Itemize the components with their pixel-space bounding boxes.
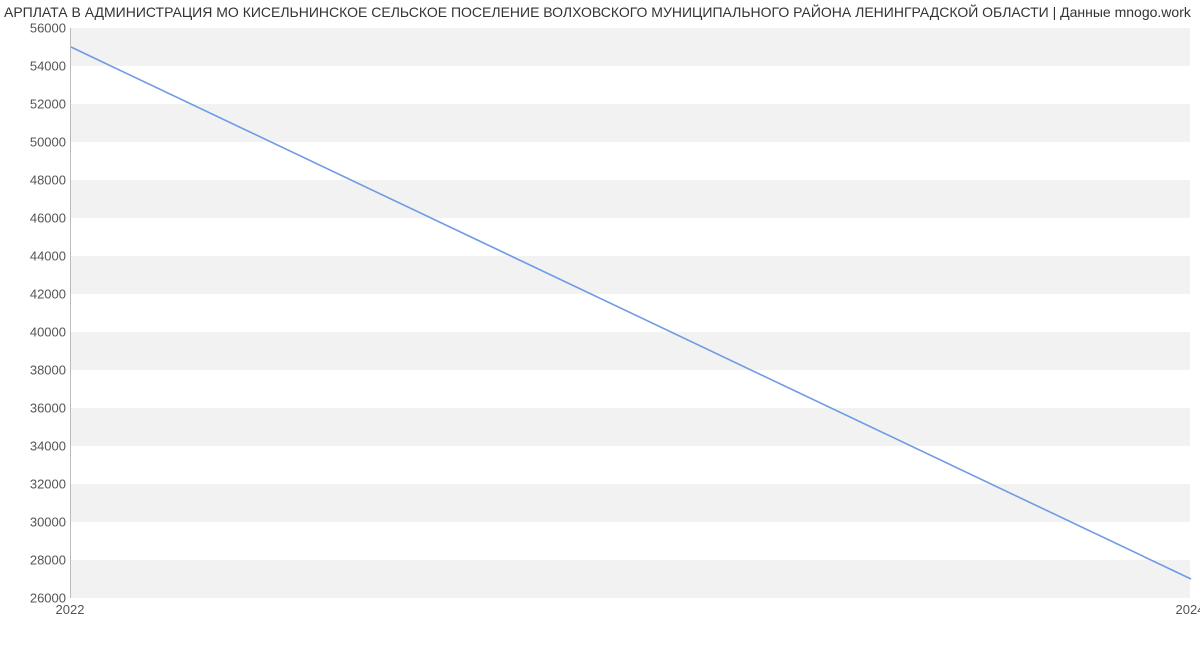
y-tick-label: 32000: [6, 477, 66, 492]
y-tick-label: 38000: [6, 363, 66, 378]
y-tick-label: 28000: [6, 553, 66, 568]
y-tick-label: 36000: [6, 401, 66, 416]
y-tick-label: 48000: [6, 173, 66, 188]
line-layer: [71, 28, 1190, 597]
y-tick-label: 46000: [6, 211, 66, 226]
y-tick-label: 34000: [6, 439, 66, 454]
y-tick-label: 44000: [6, 249, 66, 264]
y-tick-label: 42000: [6, 287, 66, 302]
x-tick-label: 2022: [56, 602, 85, 617]
y-tick-label: 40000: [6, 325, 66, 340]
plot-area: [70, 28, 1190, 598]
y-tick-label: 52000: [6, 97, 66, 112]
y-tick-label: 50000: [6, 135, 66, 150]
x-tick-label: 2024: [1176, 602, 1200, 617]
chart-title: АРПЛАТА В АДМИНИСТРАЦИЯ МО КИСЕЛЬНИНСКОЕ…: [0, 4, 1200, 20]
y-tick-label: 54000: [6, 59, 66, 74]
series-line: [71, 47, 1191, 579]
y-tick-label: 30000: [6, 515, 66, 530]
y-tick-label: 56000: [6, 21, 66, 36]
